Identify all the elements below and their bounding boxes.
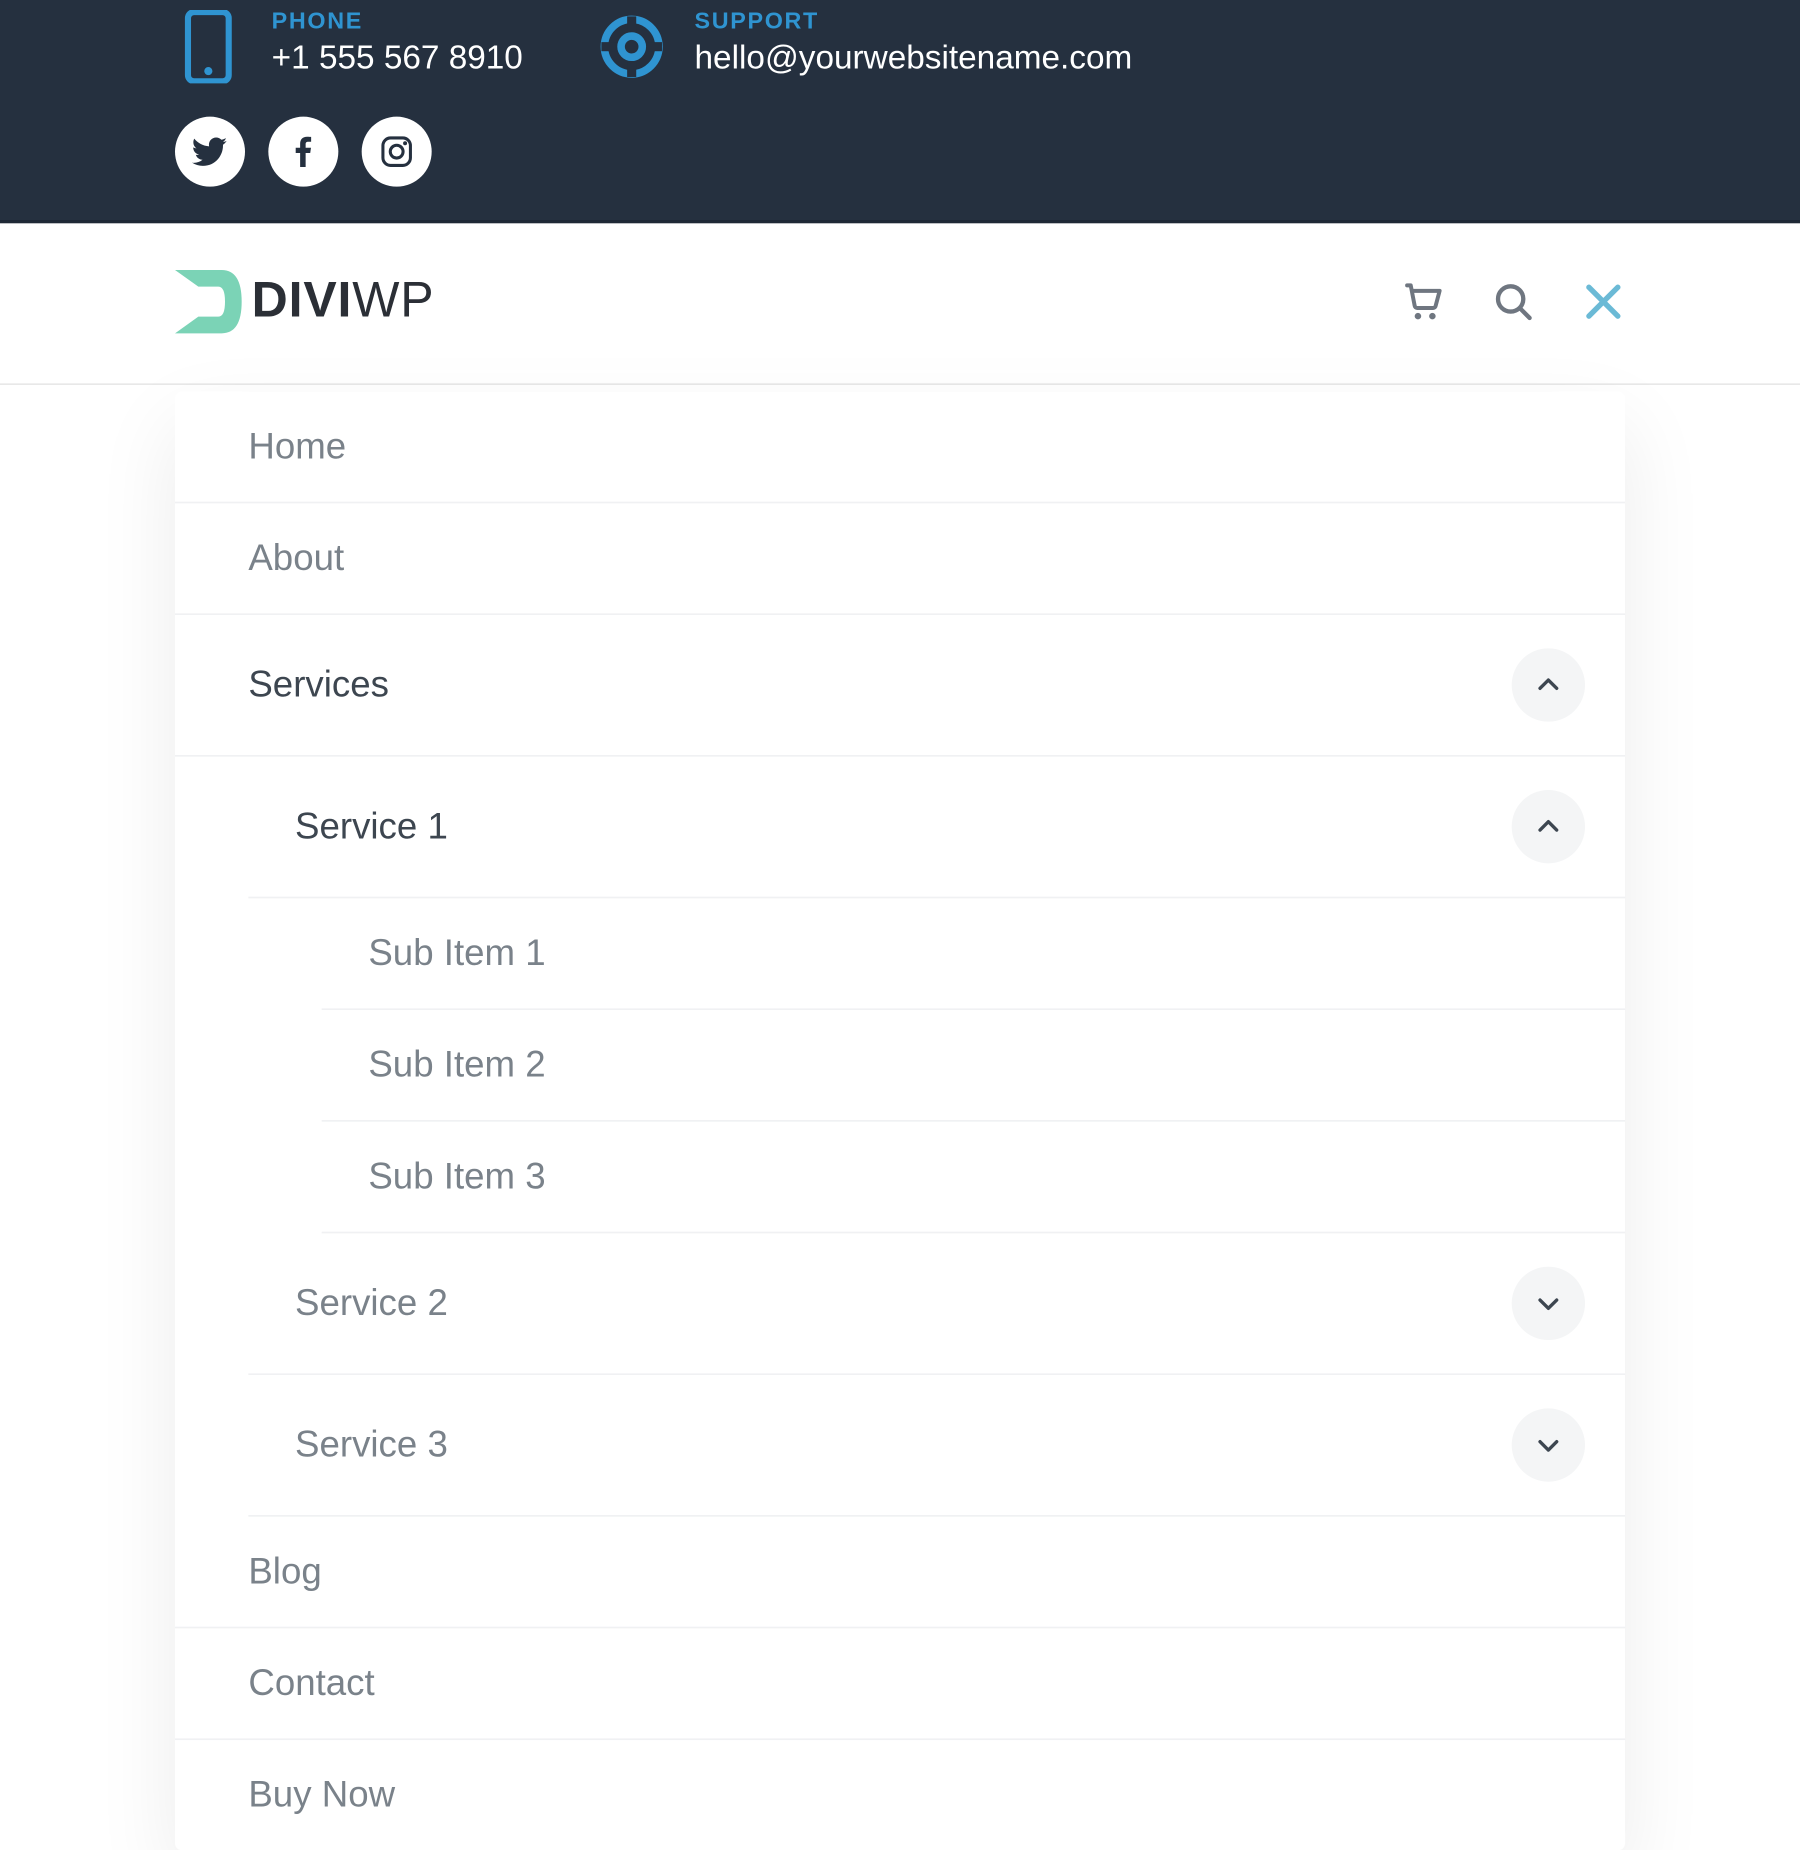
nav-item-label: Sub Item 3 [368,1155,545,1197]
nav-item-label: Service 1 [295,805,448,848]
collapse-button[interactable] [1512,648,1585,721]
support-value: hello@yourwebsitename.com [695,40,1133,78]
nav-item-label: Contact [248,1662,374,1705]
support-label: SUPPORT [695,7,1133,34]
nav-item-label: About [248,537,344,580]
chevron-down-icon [1535,1290,1562,1317]
nav-item-sub2[interactable]: Sub Item 2 [322,1010,1625,1122]
support-icon [598,13,665,80]
nav-item-label: Sub Item 1 [368,932,545,974]
phone-value: +1 555 567 8910 [272,40,523,78]
nav-item-buynow[interactable]: Buy Now [175,1740,1625,1850]
nav-item-sub3[interactable]: Sub Item 3 [322,1122,1625,1234]
logo-mark-icon [175,263,245,340]
nav-item-label: Service 2 [295,1282,448,1325]
nav-item-home[interactable]: Home [175,392,1625,504]
twitter-icon[interactable] [175,117,245,187]
nav-item-about[interactable]: About [175,503,1625,615]
cart-icon[interactable] [1402,280,1445,323]
search-icon[interactable] [1492,280,1535,323]
nav-item-label: Sub Item 2 [368,1043,545,1085]
nav-item-service2[interactable]: Service 2 [248,1233,1625,1375]
chevron-up-icon [1535,813,1562,840]
social-links [175,117,1625,187]
nav-item-label: Services [248,663,389,706]
chevron-down-icon [1535,1432,1562,1459]
nav-item-label: Blog [248,1550,321,1593]
collapse-button[interactable] [1512,790,1585,863]
nav-item-contact[interactable]: Contact [175,1628,1625,1740]
nav-item-label: Buy Now [248,1773,395,1816]
phone-label: PHONE [272,7,523,34]
topbar: PHONE +1 555 567 8910 SUPPORT [0,0,1800,223]
chevron-up-icon [1535,672,1562,699]
nav-menu: Home About Services Service 1 Sub Item 1… [175,392,1625,1850]
expand-button[interactable] [1512,1267,1585,1340]
nav-item-service3[interactable]: Service 3 [248,1375,1625,1517]
nav-item-blog[interactable]: Blog [175,1517,1625,1629]
nav-item-service1[interactable]: Service 1 [248,757,1625,899]
nav-item-label: Service 3 [295,1423,448,1466]
nav-item-sub1[interactable]: Sub Item 1 [322,898,1625,1010]
contact-phone: PHONE +1 555 567 8910 [175,7,523,80]
facebook-icon[interactable] [268,117,338,187]
instagram-icon[interactable] [362,117,432,187]
contact-support: SUPPORT hello@yourwebsitename.com [598,7,1132,80]
phone-icon [175,13,242,80]
close-icon[interactable] [1582,280,1625,323]
nav-item-services[interactable]: Services [175,615,1625,757]
expand-button[interactable] [1512,1408,1585,1481]
nav-item-label: Home [248,425,346,468]
logo[interactable]: DIVIWP [175,263,434,340]
header: DIVIWP [0,223,1800,385]
logo-text: DIVIWP [252,273,435,330]
